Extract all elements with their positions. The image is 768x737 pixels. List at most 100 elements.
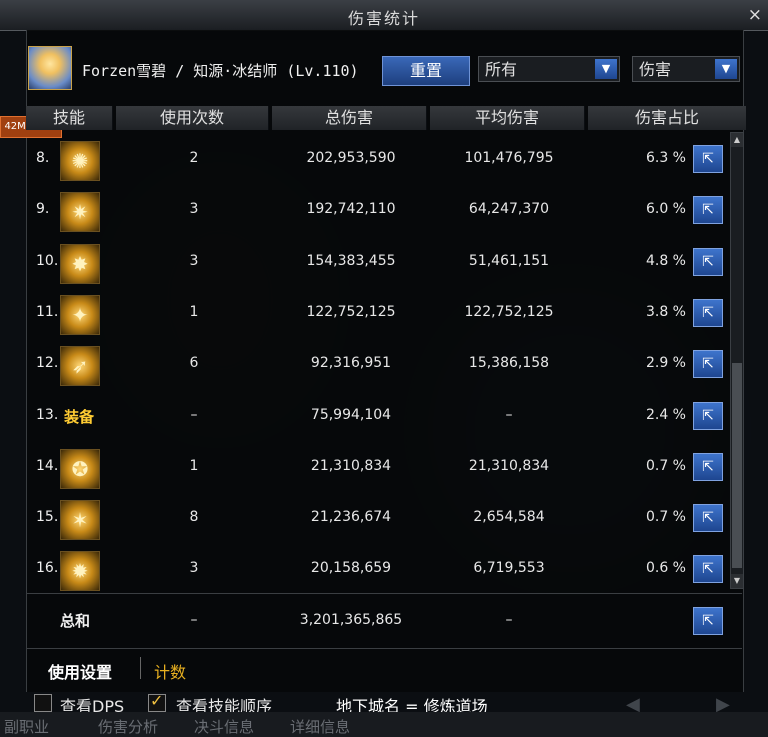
table-row: 11. ✦ 1 122,752,125 122,752,125 3.8 % ⇱ <box>26 288 723 338</box>
bg-tab-3: 详细信息 <box>290 718 351 736</box>
row-total-damage: 21,236,674 <box>310 509 392 526</box>
table-row: 10. ✸ 3 154,383,455 51,461,151 4.8 % ⇱ <box>26 237 723 287</box>
row-total-damage: 192,742,110 <box>306 201 396 218</box>
row-damage-pct: 3.8 % <box>645 303 686 320</box>
row-uses: 1 <box>189 457 199 474</box>
row-index: 15. <box>36 509 59 526</box>
row-index: 12. <box>36 355 59 372</box>
row-avg-damage: 51,461,151 <box>468 252 550 269</box>
bottom-tabs: 使用设置 计数 <box>26 648 742 687</box>
row-damage-pct: 0.7 % <box>645 509 686 526</box>
skill-icon-5: ➶ <box>60 346 100 387</box>
table-scrollbar[interactable]: ▲ ▼ <box>730 132 744 589</box>
bg-tab-2: 决斗信息 <box>194 718 255 736</box>
row-avg-damage: 122,752,125 <box>464 303 554 320</box>
row-uses: 3 <box>189 252 199 269</box>
row-total-damage: 154,383,455 <box>306 252 396 269</box>
filter-dropdown-value: 所有 <box>485 60 518 79</box>
chevron-down-icon: ▼ <box>715 59 737 79</box>
col-uses[interactable]: 使用次数 <box>116 106 269 130</box>
row-total-damage: 20,158,659 <box>310 560 392 577</box>
character-avatar <box>28 46 72 90</box>
share-icon[interactable]: ⇱ <box>693 452 723 481</box>
share-icon[interactable]: ⇱ <box>693 555 723 584</box>
background-tabs: 副职业 伤害分析 决斗信息 详细信息 <box>0 712 768 737</box>
scroll-up-icon[interactable]: ▲ <box>731 133 743 147</box>
col-pct[interactable]: 伤害占比 <box>588 106 747 130</box>
window-title: 伤害统计 <box>347 9 420 28</box>
table-row: 14. ✪ 1 21,310,834 21,310,834 0.7 % ⇱ <box>26 442 723 492</box>
tab-settings[interactable]: 使用设置 <box>48 659 112 683</box>
tab-count[interactable]: 计数 <box>154 659 186 683</box>
bg-tab-0: 副职业 <box>4 718 50 736</box>
row-uses: 1 <box>189 303 199 320</box>
row-index: 9. <box>36 201 50 218</box>
row-uses: 2 <box>189 150 199 166</box>
share-icon[interactable]: ⇱ <box>693 298 723 327</box>
skill-icon-1: ✺ <box>60 141 100 181</box>
row-uses: 3 <box>189 201 199 218</box>
row-damage-pct: 6.3 % <box>645 150 686 166</box>
row-index: 13. <box>36 406 59 423</box>
table-row: 12. ➶ 6 92,316,951 15,386,158 2.9 % ⇱ <box>26 339 723 389</box>
scroll-thumb[interactable] <box>732 363 742 568</box>
row-uses: 6 <box>189 355 199 372</box>
skill-icon-8: ✹ <box>60 551 100 592</box>
skill-icon-7: ✶ <box>60 500 100 541</box>
row-uses: 8 <box>189 509 199 526</box>
table-divider <box>26 593 742 594</box>
skill-icon-6: ✪ <box>60 448 100 489</box>
row-avg-damage: 64,247,370 <box>468 201 550 218</box>
row-avg-damage: 21,310,834 <box>468 457 550 474</box>
share-icon[interactable]: ⇱ <box>693 607 723 635</box>
skill-icon-4: ✦ <box>60 294 100 335</box>
chevron-down-icon: ▼ <box>595 59 617 79</box>
row-avg-damage: 6,719,553 <box>473 560 545 577</box>
total-damage: 3,201,365,865 <box>299 612 403 628</box>
reset-button[interactable]: 重置 <box>382 56 470 86</box>
table-row: 16. ✹ 3 20,158,659 6,719,553 0.6 % ⇱ <box>26 544 723 594</box>
share-icon[interactable]: ⇱ <box>693 504 723 533</box>
row-damage-pct: 6.0 % <box>645 201 686 218</box>
row-index: 16. <box>36 560 59 577</box>
skill-icon-3: ✸ <box>60 243 100 284</box>
row-index: 8. <box>36 150 50 166</box>
row-total-damage: 92,316,951 <box>310 355 392 372</box>
row-avg-damage: 2,654,584 <box>473 509 545 526</box>
row-total-damage: 21,310,834 <box>310 457 392 474</box>
filter-dropdown[interactable]: 所有 ▼ <box>478 56 620 82</box>
row-index: 14. <box>36 457 59 474</box>
metric-dropdown[interactable]: 伤害 ▼ <box>632 56 740 82</box>
total-uses: – <box>190 612 198 628</box>
window-titlebar[interactable]: 伤害统计 × <box>0 0 768 31</box>
total-label: 总和 <box>60 612 91 630</box>
equipment-label: 装备 <box>64 407 95 426</box>
share-icon[interactable]: ⇱ <box>693 350 723 379</box>
share-icon[interactable]: ⇱ <box>693 247 723 276</box>
row-total-damage: 75,994,104 <box>310 406 392 423</box>
panel-header: Forzen雪碧 / 知源·冰结师 (Lv.110) 重置 所有 ▼ 伤害 ▼ <box>26 40 742 100</box>
row-damage-pct: 0.7 % <box>645 457 686 474</box>
close-icon[interactable]: × <box>748 5 762 25</box>
col-total[interactable]: 总伤害 <box>272 106 427 130</box>
row-uses: – <box>190 406 198 423</box>
table-row: 13. 装备 – 75,994,104 – 2.4 % ⇱ <box>26 391 723 441</box>
total-row: 总和 – 3,201,365,865 – ⇱ <box>26 596 723 646</box>
table-row: 8. ✺ 2 202,953,590 101,476,795 6.3 % ⇱ <box>26 134 723 184</box>
share-icon[interactable]: ⇱ <box>693 196 723 225</box>
show-skill-order-checkbox[interactable] <box>148 691 166 712</box>
table-row: 15. ✶ 8 21,236,674 2,654,584 0.7 % ⇱ <box>26 493 723 543</box>
row-index: 11. <box>36 303 59 320</box>
row-damage-pct: 2.4 % <box>645 406 686 423</box>
skill-icon-2: ✷ <box>60 192 100 233</box>
share-icon[interactable]: ⇱ <box>693 401 723 430</box>
row-damage-pct: 4.8 % <box>645 252 686 269</box>
col-skill[interactable]: 技能 <box>26 106 113 130</box>
row-damage-pct: 0.6 % <box>645 560 686 577</box>
show-dps-checkbox[interactable] <box>34 694 52 712</box>
col-avg[interactable]: 平均伤害 <box>430 106 585 130</box>
scroll-down-icon[interactable]: ▼ <box>731 574 743 588</box>
row-total-damage: 122,752,125 <box>306 303 396 320</box>
table-header: 技能 使用次数 总伤害 平均伤害 伤害占比 <box>26 106 747 130</box>
share-icon[interactable]: ⇱ <box>693 145 723 173</box>
